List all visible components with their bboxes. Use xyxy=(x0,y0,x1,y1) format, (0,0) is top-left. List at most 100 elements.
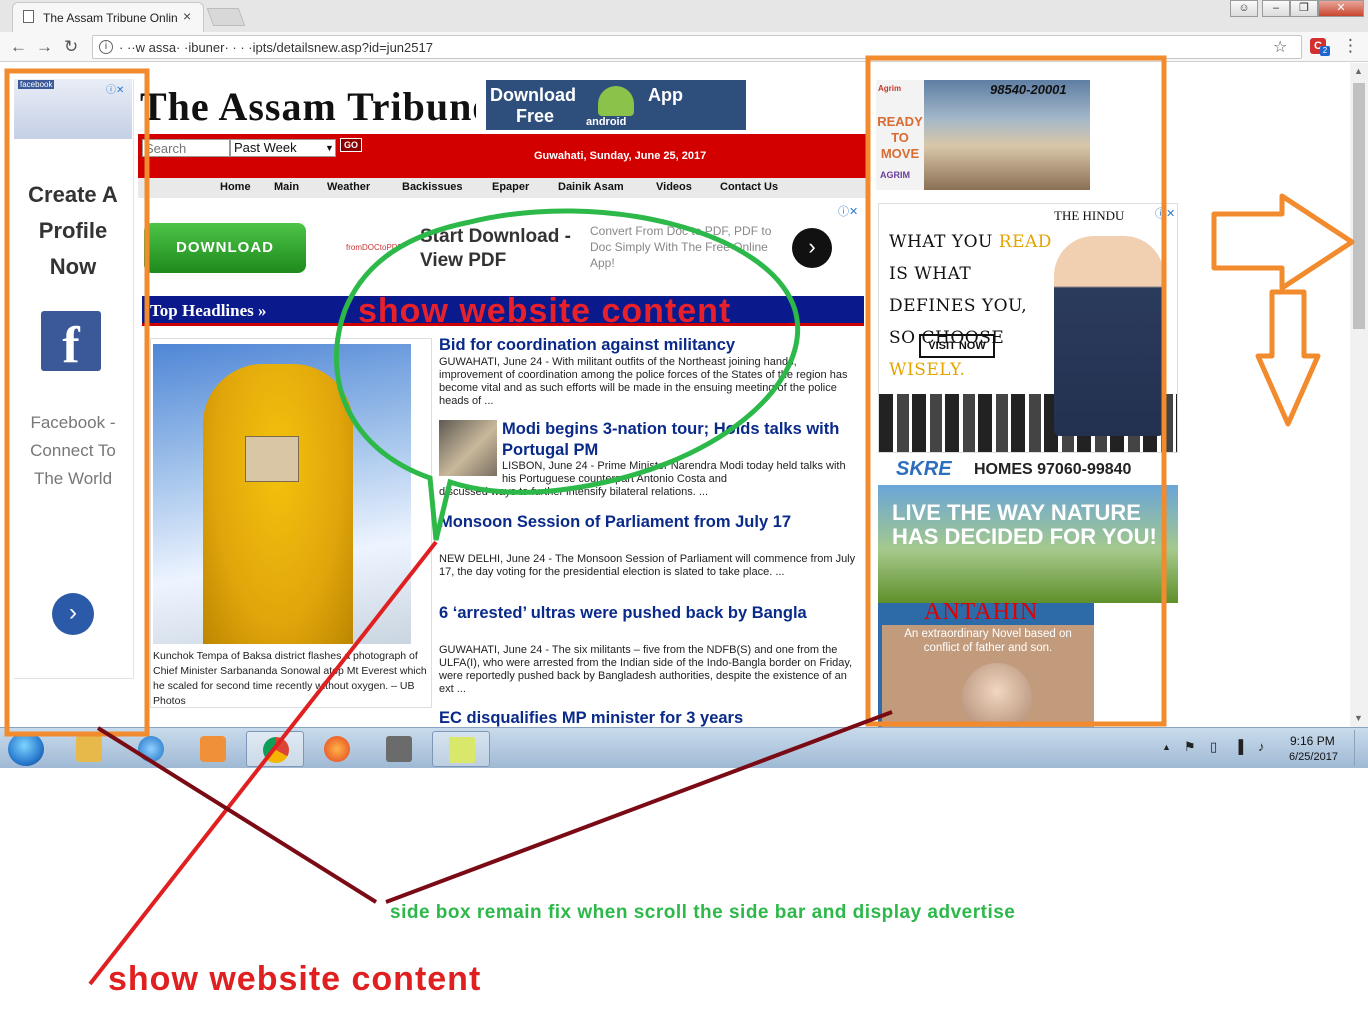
adchoices-icon[interactable]: ⓘ✕ xyxy=(838,203,858,219)
close-window-button[interactable]: ✕ xyxy=(1318,0,1364,17)
clock-time[interactable]: 9:16 PM xyxy=(1290,734,1335,748)
facebook-logo-icon[interactable]: f xyxy=(41,311,101,374)
browser-menu-icon[interactable]: ⋮ xyxy=(1342,36,1359,56)
show-desktop-button[interactable] xyxy=(1354,730,1366,766)
man-reading-graphic xyxy=(1054,236,1164,436)
download-app-banner[interactable]: Download Free android App xyxy=(486,80,746,130)
action-center-flag-icon[interactable]: ⚑ xyxy=(1184,739,1196,755)
chevron-right-icon[interactable]: › xyxy=(52,593,94,635)
camera-icon xyxy=(386,736,412,762)
nav-contact-us[interactable]: Contact Us xyxy=(720,181,778,193)
hindu-ad-slogan: WHAT YOU READ IS WHAT DEFINES YOU, SO CH… xyxy=(889,226,1059,386)
chrome-taskbar-button[interactable] xyxy=(246,731,304,767)
skre-homes-banner[interactable]: SKRE HOMES 97060-99840 xyxy=(878,456,1168,482)
period-select[interactable]: Past Week ▼ xyxy=(230,139,336,157)
story-title[interactable]: Modi begins 3-nation tour; Holds talks w… xyxy=(502,419,852,461)
download-button[interactable]: DOWNLOAD xyxy=(144,223,306,273)
browser-tab-strip: The Assam Tribune Onlin × ☺ – ❐ ✕ xyxy=(0,0,1368,32)
everest-climber-photo[interactable] xyxy=(153,344,411,644)
download-pdf-ad[interactable]: DOWNLOAD fromDOCtoPDF Start Download - V… xyxy=(138,203,866,291)
climber-figure xyxy=(203,364,353,644)
new-tab-button[interactable] xyxy=(206,8,246,26)
novel-cover: An extraordinary Novel based on conflict… xyxy=(882,625,1094,727)
nav-home[interactable]: Home xyxy=(220,181,251,193)
media-player-icon xyxy=(200,736,226,762)
media-player-taskbar-button[interactable] xyxy=(184,731,242,767)
sticky-notes-taskbar-button[interactable] xyxy=(432,731,490,767)
tray-expand-icon[interactable]: ▲ xyxy=(1162,742,1171,752)
fb-ad-caption[interactable]: Facebook - Connect To The World xyxy=(14,409,132,493)
lead-photo-box: Kunchok Tempa of Baksa district flashes … xyxy=(150,338,432,708)
chrome-icon xyxy=(263,737,289,763)
nav-epaper[interactable]: Epaper xyxy=(492,181,529,193)
battery-icon[interactable]: ▯ xyxy=(1210,739,1217,755)
explorer-taskbar-button[interactable] xyxy=(60,731,118,767)
page-scrollbar[interactable]: ▲ ▼ xyxy=(1350,63,1368,727)
story-title[interactable]: Monsoon Session of Parliament from July … xyxy=(439,512,859,533)
firefox-taskbar-button[interactable] xyxy=(308,731,366,767)
scroll-up-arrow-icon[interactable]: ▲ xyxy=(1354,66,1363,76)
antahin-novel-ad[interactable]: An extraordinary Novel based on conflict… xyxy=(878,603,1094,727)
browser-toolbar: ← → ↻ i · ··w assa· ·ibuner· · · ·ipts/d… xyxy=(0,32,1368,62)
network-signal-icon[interactable]: ▐ xyxy=(1234,739,1243,754)
scroll-down-arrow-icon[interactable]: ▼ xyxy=(1354,713,1363,723)
url-text[interactable]: · ··w assa· ·ibuner· · · ·ipts/detailsne… xyxy=(119,40,433,55)
story-title[interactable]: Bid for coordination against militancy xyxy=(439,335,859,356)
scrollbar-thumb[interactable] xyxy=(1353,83,1365,329)
nav-main[interactable]: Main xyxy=(274,181,299,193)
back-arrow-icon[interactable]: ← xyxy=(10,37,27,57)
start-button-icon[interactable] xyxy=(8,732,44,766)
adchoices-icon[interactable]: ⓘ✕ xyxy=(106,81,124,96)
annotation-label-sidebar: side box remain fix when scroll the side… xyxy=(390,902,1016,923)
forward-arrow-icon[interactable]: → xyxy=(36,37,53,57)
page-favicon-icon xyxy=(23,10,34,23)
ie-taskbar-button[interactable] xyxy=(122,731,180,767)
chevron-right-icon[interactable]: › xyxy=(792,228,832,268)
nav-videos[interactable]: Videos xyxy=(656,181,692,193)
tab-title: The Assam Tribune Onlin xyxy=(43,11,178,25)
slogan-part: WHAT YOU xyxy=(889,232,999,252)
visit-now-button[interactable]: VISIT NOW xyxy=(919,334,995,358)
story-title[interactable]: 6 ‘arrested’ ultras were pushed back by … xyxy=(439,603,859,624)
agrim-phone: 98540-20001 xyxy=(990,82,1067,97)
volume-icon[interactable]: ♪ xyxy=(1258,739,1265,754)
facebook-brand-label: facebook xyxy=(18,80,55,89)
skre-logo: SKRE xyxy=(896,458,952,480)
nav-dainik-asam[interactable]: Dainik Asam xyxy=(558,181,624,193)
left-sidebar-ad[interactable]: facebook ⓘ✕ Create A Profile Now f Faceb… xyxy=(14,79,134,679)
the-hindu-logo: THE HINDU xyxy=(1054,208,1125,223)
the-hindu-ad[interactable]: THE HINDU ⓘ✕ WHAT YOU READ IS WHAT DEFIN… xyxy=(878,203,1178,453)
nav-weather[interactable]: Weather xyxy=(327,181,370,193)
go-button[interactable]: GO xyxy=(340,138,362,152)
top-headlines-label[interactable]: Top Headlines » xyxy=(150,301,267,321)
agrim-real-estate-ad[interactable]: Agrim READY TO MOVE AGRIM 98540-20001 xyxy=(876,80,1090,190)
agrim-brand: AGRIM xyxy=(880,170,910,180)
profile-icon[interactable]: ☺ xyxy=(1230,0,1258,17)
download-ad-title[interactable]: Start Download - View PDF xyxy=(420,225,580,273)
story-thumbnail[interactable] xyxy=(439,420,497,476)
dateline: Guwahati, Sunday, June 25, 2017 xyxy=(534,150,707,162)
agrim-logo: Agrim xyxy=(878,84,902,93)
dropdown-arrow-icon: ▼ xyxy=(325,143,334,153)
nature-living-ad[interactable]: LIVE THE WAY NATURE HAS DECIDED FOR YOU! xyxy=(878,485,1178,603)
fb-ad-headline[interactable]: Create A Profile Now xyxy=(14,177,132,285)
nature-ad-headline: LIVE THE WAY NATURE HAS DECIDED FOR YOU! xyxy=(892,500,1157,549)
address-bar[interactable]: i · ··w assa· ·ibuner· · · ·ipts/details… xyxy=(92,35,1302,59)
nav-backissues[interactable]: Backissues xyxy=(402,181,463,193)
app-banner-download: Download xyxy=(490,85,576,105)
reload-icon[interactable]: ↻ xyxy=(64,37,78,57)
browser-tab[interactable]: The Assam Tribune Onlin × xyxy=(12,2,204,32)
site-logo[interactable]: The Assam Tribune xyxy=(140,83,476,131)
search-input[interactable] xyxy=(142,139,230,157)
author-photo xyxy=(962,663,1032,727)
story-title[interactable]: EC disqualifies MP minister for 3 years xyxy=(439,708,859,727)
camera-taskbar-button[interactable] xyxy=(370,731,428,767)
annotation-label-content-bottom: show website content xyxy=(108,960,482,998)
adchoices-icon[interactable]: ⓘ✕ xyxy=(1155,205,1175,221)
maximize-button[interactable]: ❐ xyxy=(1290,0,1318,17)
tab-close-icon[interactable]: × xyxy=(183,8,191,24)
bookmark-star-icon[interactable]: ☆ xyxy=(1273,37,1287,57)
clock-date[interactable]: 6/25/2017 xyxy=(1289,751,1338,763)
minimize-button[interactable]: – xyxy=(1262,0,1290,17)
site-info-icon[interactable]: i xyxy=(99,40,113,54)
